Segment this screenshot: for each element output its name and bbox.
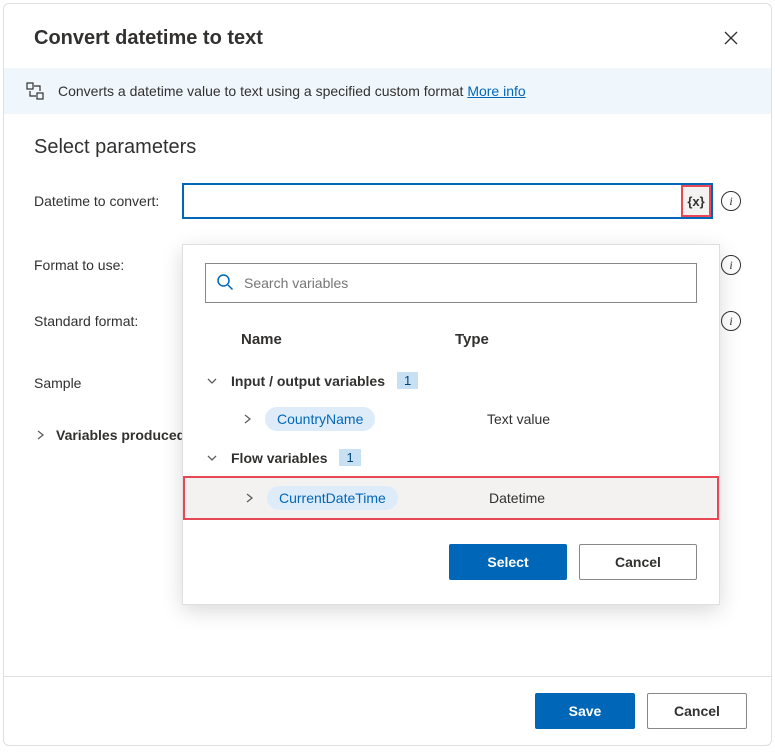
variable-row-countryname[interactable]: CountryName Text value [183,399,719,439]
variable-type: Datetime [489,490,695,506]
datetime-label: Datetime to convert: [34,193,182,209]
dialog-footer: Save Cancel [4,676,771,745]
close-button[interactable] [715,22,747,54]
banner-text: Converts a datetime value to text using … [58,83,526,99]
close-icon [724,31,738,45]
panel-buttons: Select Cancel [183,520,719,586]
search-icon [216,273,234,294]
th-name: Name [205,331,455,348]
cancel-button[interactable]: Cancel [647,693,747,729]
info-icon[interactable]: i [721,311,741,331]
chevron-right-icon [241,414,255,424]
standard-label: Standard format: [34,313,182,329]
convert-icon [26,82,44,100]
cancel-button[interactable]: Cancel [579,544,697,580]
group-io-variables[interactable]: Input / output variables 1 [183,362,719,399]
th-type: Type [455,331,697,348]
count-badge: 1 [339,449,360,466]
format-label: Format to use: [34,257,182,273]
save-button[interactable]: Save [535,693,635,729]
variable-picker-button[interactable]: {x} [681,185,711,217]
group-flow-variables[interactable]: Flow variables 1 [183,439,719,476]
info-icon[interactable]: i [721,255,741,275]
search-box [205,263,697,303]
dialog: Convert datetime to text Converts a date… [3,3,772,746]
datetime-input-wrap: {x} [182,183,713,219]
chevron-down-icon [205,375,219,387]
section-title: Select parameters [4,114,771,177]
sample-label: Sample [34,375,182,391]
datetime-input[interactable] [184,185,681,217]
info-icon[interactable]: i [721,191,741,211]
info-banner: Converts a datetime value to text using … [4,68,771,114]
chevron-right-icon [243,493,257,503]
table-header: Name Type [183,321,719,362]
select-button[interactable]: Select [449,544,567,580]
param-datetime-row: Datetime to convert: {x} i [4,177,771,225]
more-info-link[interactable]: More info [467,83,525,99]
variable-dropdown-panel: Name Type Input / output variables 1 Cou… [182,244,720,605]
chevron-down-icon [205,452,219,464]
variable-type: Text value [487,411,697,427]
chevron-right-icon [34,430,48,440]
count-badge: 1 [397,372,418,389]
variable-pill[interactable]: CountryName [265,407,375,431]
dialog-title: Convert datetime to text [34,27,263,50]
dialog-header: Convert datetime to text [4,4,771,68]
variable-pill[interactable]: CurrentDateTime [267,486,398,510]
search-input[interactable] [244,275,686,291]
variables-produced-label: Variables produced [56,427,185,443]
variable-row-currentdatetime[interactable]: CurrentDateTime Datetime [183,476,719,520]
